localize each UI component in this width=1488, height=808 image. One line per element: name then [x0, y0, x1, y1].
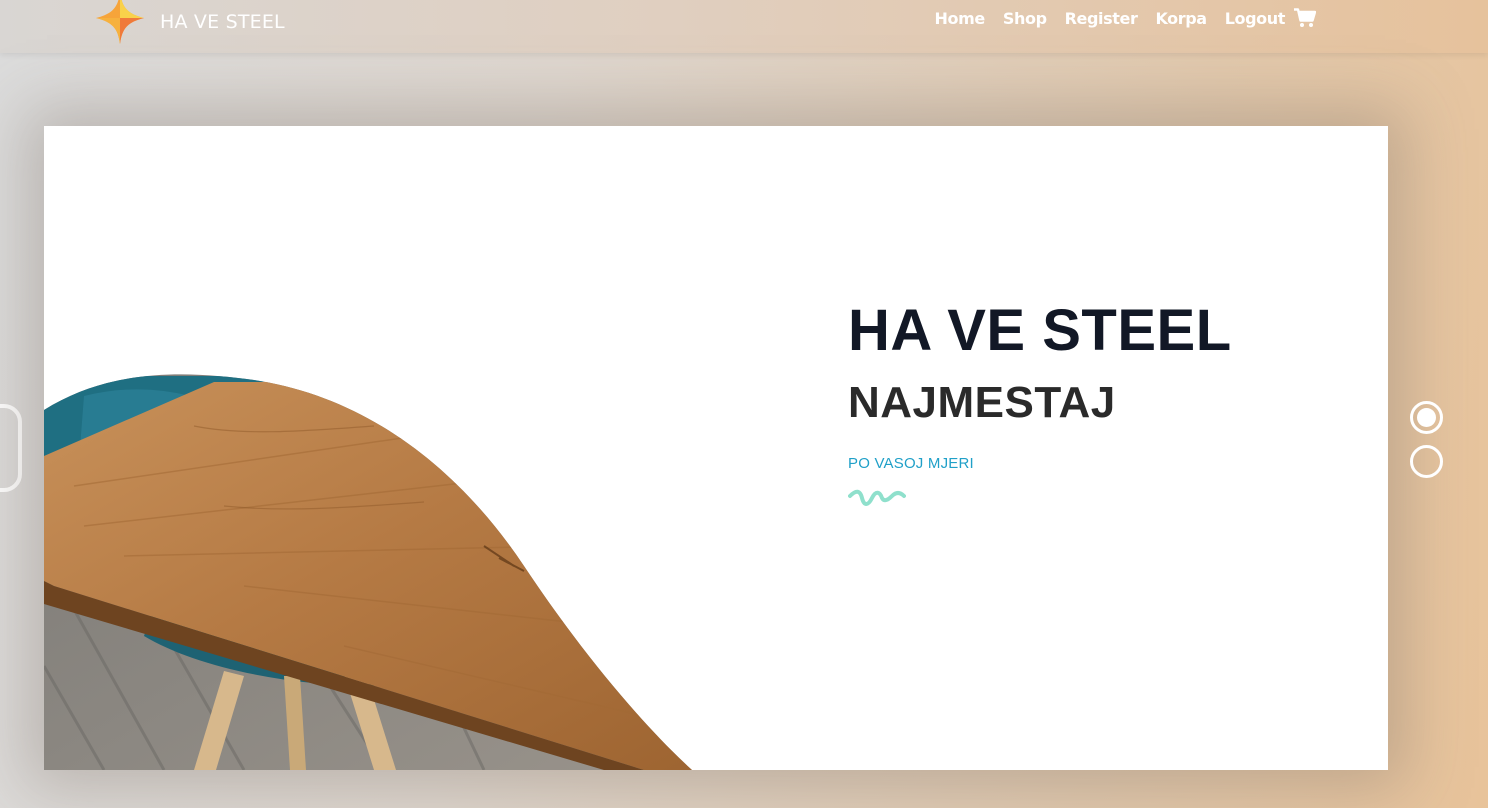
hero-text-block: HA VE STEEL NAJMESTAJ PO VASOJ MJERI [848, 302, 1232, 512]
hero-title: HA VE STEEL [848, 298, 1232, 363]
slider-dot-1[interactable] [1410, 401, 1443, 434]
hero-slide: HA VE STEEL NAJMESTAJ PO VASOJ MJERI [44, 126, 1388, 770]
hero-subtitle: NAJMESTAJ [848, 378, 1116, 427]
main-nav: Home Shop Register Korpa Logout [917, 8, 1316, 28]
nav-register[interactable]: Register [1065, 9, 1138, 28]
nav-shop[interactable]: Shop [1003, 9, 1047, 28]
slider-prev-control[interactable] [0, 404, 22, 492]
brand[interactable]: HA VE STEEL [94, 0, 285, 44]
nav-korpa[interactable]: Korpa [1155, 9, 1207, 28]
squiggle-icon [848, 489, 906, 506]
star-logo-icon [96, 0, 144, 44]
navbar: HA VE STEEL Home Shop Register Korpa Log… [0, 0, 1488, 53]
cart-icon[interactable] [1294, 8, 1316, 28]
slider-dot-2[interactable] [1410, 445, 1443, 478]
brand-name: HA VE STEEL [160, 11, 285, 33]
nav-logout[interactable]: Logout [1225, 9, 1286, 28]
nav-home[interactable]: Home [935, 9, 986, 28]
hero-tagline: PO VASOJ MJERI [848, 455, 974, 472]
